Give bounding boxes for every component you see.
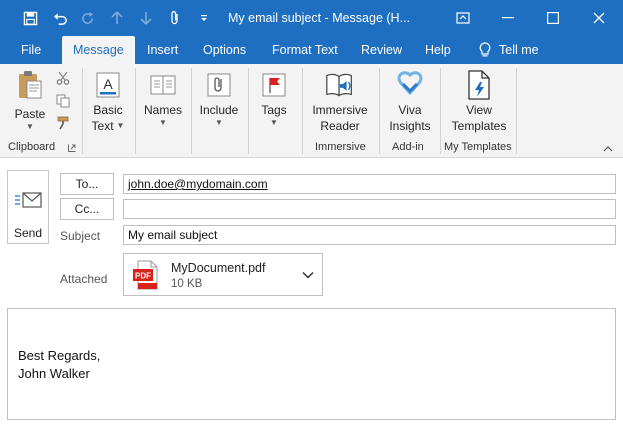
chevron-down-icon: ▼ bbox=[159, 118, 167, 127]
pdf-icon-text: PDF bbox=[135, 272, 151, 281]
send-label: Send bbox=[13, 226, 43, 240]
viva-insights-icon bbox=[394, 68, 426, 102]
group-separator bbox=[379, 68, 380, 154]
svg-text:A: A bbox=[103, 76, 113, 92]
group-separator bbox=[516, 68, 517, 154]
immersive-reader-label-line1: Immersive bbox=[312, 103, 368, 117]
basic-text-label-line2: Text bbox=[91, 119, 114, 133]
restore-ribbon-icon[interactable] bbox=[448, 5, 478, 31]
group-separator bbox=[82, 68, 83, 154]
window-title: My email subject - Message (H... bbox=[228, 11, 410, 25]
attachment-name: MyDocument.pdf bbox=[171, 261, 266, 275]
chevron-down-icon: ▼ bbox=[215, 118, 223, 127]
arrow-down-icon[interactable] bbox=[136, 8, 156, 28]
close-icon[interactable] bbox=[584, 5, 614, 31]
group-separator bbox=[302, 68, 303, 154]
attachment-card[interactable]: PDF MyDocument.pdf 10 KB bbox=[123, 253, 323, 296]
addin-group-label: Add-in bbox=[392, 141, 424, 153]
title-bar: My email subject - Message (H... bbox=[0, 0, 623, 36]
save-icon[interactable] bbox=[20, 8, 40, 28]
view-templates-button[interactable]: View Templates bbox=[448, 68, 510, 134]
clipboard-group-label: Clipboard bbox=[8, 141, 56, 153]
group-separator bbox=[135, 68, 136, 154]
immersive-reader-button[interactable]: Immersive Reader bbox=[306, 68, 374, 134]
format-painter-icon[interactable] bbox=[55, 115, 71, 131]
tab-message[interactable]: Message bbox=[62, 36, 135, 64]
customize-qat-icon[interactable] bbox=[194, 8, 214, 28]
tab-file[interactable]: File bbox=[12, 36, 50, 64]
flag-icon bbox=[258, 68, 290, 102]
tags-button[interactable]: Tags ▼ bbox=[254, 68, 294, 128]
paperclip-icon[interactable] bbox=[165, 8, 185, 28]
undo-icon[interactable] bbox=[50, 8, 70, 28]
group-separator bbox=[191, 68, 192, 154]
include-button[interactable]: Include ▼ bbox=[197, 68, 241, 128]
cut-icon[interactable] bbox=[55, 70, 71, 86]
chevron-down-icon: ▼ bbox=[270, 118, 278, 127]
ribbon-tab-bar: File Message Insert Options Format Text … bbox=[0, 36, 623, 64]
templates-group-label: My Templates bbox=[444, 141, 512, 153]
attachment-size: 10 KB bbox=[171, 278, 203, 290]
lightbulb-icon bbox=[479, 42, 491, 58]
arrow-up-icon[interactable] bbox=[107, 8, 127, 28]
maximize-icon[interactable] bbox=[538, 5, 568, 31]
tab-format-text[interactable]: Format Text bbox=[263, 36, 347, 64]
copy-icon[interactable] bbox=[55, 93, 71, 109]
attachment-menu-chevron-icon[interactable] bbox=[302, 268, 314, 280]
tab-insert[interactable]: Insert bbox=[138, 36, 187, 64]
send-button[interactable]: Send bbox=[7, 170, 49, 244]
basic-text-label-line1: Basic bbox=[93, 103, 123, 117]
viva-insights-label-line2: Insights bbox=[389, 119, 431, 133]
chevron-down-icon: ▼ bbox=[26, 122, 34, 131]
tab-options[interactable]: Options bbox=[194, 36, 255, 64]
immersive-reader-icon bbox=[324, 68, 356, 102]
tell-me-label: Tell me bbox=[499, 43, 539, 57]
ribbon: Paste ▼ Clipboard A Basic Text ▼ Names ▼ bbox=[0, 64, 623, 158]
send-envelope-icon bbox=[14, 191, 42, 212]
pdf-file-icon: PDF bbox=[132, 260, 158, 290]
redo-icon[interactable] bbox=[78, 8, 98, 28]
viva-insights-button[interactable]: Viva Insights bbox=[384, 68, 436, 134]
attached-label: Attached bbox=[60, 272, 108, 286]
paperclip-icon bbox=[203, 68, 235, 102]
immersive-group-label: Immersive bbox=[315, 141, 366, 153]
basic-text-button[interactable]: A Basic Text ▼ bbox=[88, 68, 128, 134]
to-button[interactable]: To... bbox=[60, 173, 114, 195]
templates-icon bbox=[463, 68, 495, 102]
immersive-reader-label-line2: Reader bbox=[320, 119, 360, 133]
cc-button[interactable]: Cc... bbox=[60, 198, 114, 220]
collapse-ribbon-icon[interactable] bbox=[603, 144, 613, 154]
include-label: Include bbox=[199, 103, 239, 117]
to-recipient[interactable]: john.doe@mydomain.com bbox=[128, 177, 268, 191]
names-button[interactable]: Names ▼ bbox=[141, 68, 185, 128]
tell-me-search[interactable]: Tell me bbox=[470, 36, 548, 64]
paste-label: Paste bbox=[14, 107, 46, 121]
subject-field[interactable]: My email subject bbox=[123, 225, 616, 245]
dialog-launcher-icon[interactable] bbox=[67, 143, 77, 153]
view-templates-label-line1: View bbox=[466, 103, 492, 117]
tags-label: Tags bbox=[261, 103, 287, 117]
text-format-icon: A bbox=[92, 68, 124, 102]
group-separator bbox=[248, 68, 249, 154]
body-line: Best Regards, bbox=[18, 348, 101, 363]
names-label: Names bbox=[143, 103, 182, 117]
group-separator bbox=[440, 68, 441, 154]
body-line: John Walker bbox=[18, 366, 90, 381]
tab-review[interactable]: Review bbox=[352, 36, 411, 64]
to-field[interactable]: john.doe@mydomain.com bbox=[123, 174, 616, 194]
tab-help[interactable]: Help bbox=[416, 36, 460, 64]
message-body[interactable]: Best Regards, John Walker bbox=[7, 308, 616, 420]
address-book-icon bbox=[147, 68, 179, 102]
cc-field[interactable] bbox=[123, 199, 616, 219]
view-templates-label-line2: Templates bbox=[451, 119, 507, 133]
subject-label: Subject bbox=[60, 229, 101, 243]
paste-button[interactable]: Paste ▼ bbox=[10, 68, 50, 132]
minimize-icon[interactable] bbox=[493, 5, 523, 31]
chevron-down-icon: ▼ bbox=[116, 121, 125, 130]
clipboard-paste-icon bbox=[14, 68, 46, 102]
viva-insights-label-line1: Viva bbox=[398, 103, 422, 117]
